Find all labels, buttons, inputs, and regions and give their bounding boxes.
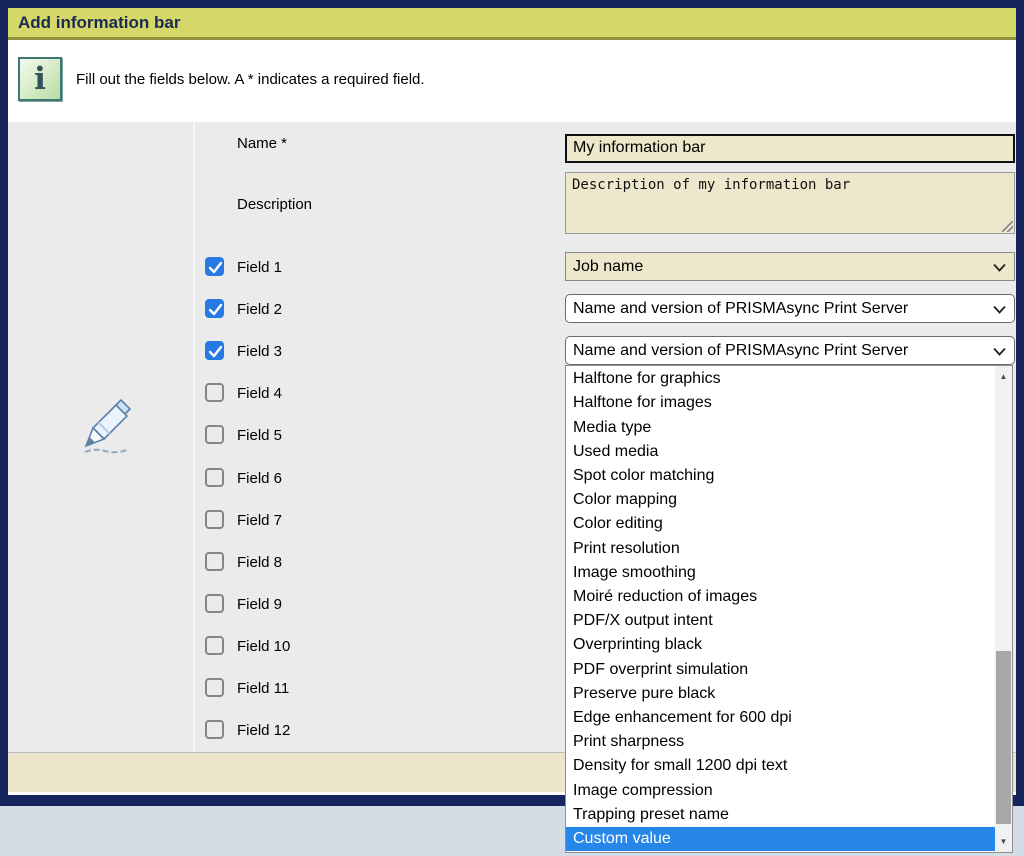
dropdown-option[interactable]: Media type [566, 415, 995, 439]
dropdown-option[interactable]: Image compression [566, 778, 995, 802]
field-1-label: Field 1 [237, 259, 282, 276]
field-7-checkbox[interactable] [205, 510, 224, 529]
field-11-checkbox[interactable] [205, 678, 224, 697]
dropdown-option[interactable]: Moiré reduction of images [566, 585, 995, 609]
field-5-checkbox[interactable] [205, 425, 224, 444]
description-label: Description [237, 196, 312, 213]
dropdown-option[interactable]: PDF overprint simulation [566, 657, 995, 681]
scrollbar-thumb[interactable] [996, 651, 1011, 824]
dropdown-option[interactable]: Print resolution [566, 536, 995, 560]
dropdown-list: Halftone for graphicsHalftone for images… [565, 365, 1013, 853]
dropdown-options: Halftone for graphicsHalftone for images… [566, 367, 995, 851]
field-7-label: Field 7 [237, 512, 282, 529]
field-2-select[interactable]: Name and version of PRISMAsync Print Ser… [565, 294, 1015, 323]
field-1-checkbox[interactable] [205, 257, 224, 276]
field-2-label: Field 2 [237, 301, 282, 318]
field-6-label: Field 6 [237, 470, 282, 487]
title-bar: Add information bar [8, 8, 1016, 40]
field-8-checkbox[interactable] [205, 552, 224, 571]
field-10-checkbox[interactable] [205, 636, 224, 655]
field-4-checkbox[interactable] [205, 383, 224, 402]
scroll-up-icon[interactable]: ▲ [995, 368, 1012, 385]
dropdown-option[interactable]: Spot color matching [566, 464, 995, 488]
dropdown-option[interactable]: Edge enhancement for 600 dpi [566, 706, 995, 730]
chevron-down-icon [993, 263, 1006, 272]
chevron-down-icon [993, 347, 1006, 356]
field-3-checkbox[interactable] [205, 341, 224, 360]
page-title: Add information bar [18, 8, 180, 37]
dropdown-option[interactable]: Preserve pure black [566, 682, 995, 706]
page-background: Add information bar i Fill out the field… [0, 0, 1024, 856]
field-9-label: Field 9 [237, 596, 282, 613]
dropdown-option[interactable]: Overprinting black [566, 633, 995, 657]
pencil-icon [76, 394, 138, 460]
dropdown-option[interactable]: Halftone for graphics [566, 367, 995, 391]
name-label: Name * [237, 135, 287, 152]
left-icon-panel [8, 122, 195, 752]
dropdown-option[interactable]: Used media [566, 440, 995, 464]
field-5-label: Field 5 [237, 427, 282, 444]
field-12-checkbox[interactable] [205, 720, 224, 739]
dropdown-option[interactable]: Color editing [566, 512, 995, 536]
info-message: Fill out the fields below. A * indicates… [76, 71, 425, 88]
dropdown-scrollbar[interactable]: ▲ ▼ [995, 366, 1012, 852]
field-10-label: Field 10 [237, 638, 290, 655]
info-section: i Fill out the fields below. A * indicat… [8, 40, 1016, 122]
dropdown-option[interactable]: Print sharpness [566, 730, 995, 754]
field-3-select[interactable]: Name and version of PRISMAsync Print Ser… [565, 336, 1015, 365]
description-textarea[interactable]: Description of my information bar [565, 172, 1015, 234]
dropdown-option[interactable]: Trapping preset name [566, 803, 995, 827]
dropdown-option[interactable]: Halftone for images [566, 391, 995, 415]
field-4-label: Field 4 [237, 385, 282, 402]
scroll-down-icon[interactable]: ▼ [995, 833, 1012, 850]
chevron-down-icon [993, 305, 1006, 314]
field-11-label: Field 11 [237, 680, 289, 697]
field-2-checkbox[interactable] [205, 299, 224, 318]
name-input[interactable]: My information bar [565, 134, 1015, 163]
field-12-label: Field 12 [237, 722, 290, 739]
field-3-label: Field 3 [237, 343, 282, 360]
field-8-label: Field 8 [237, 554, 282, 571]
dropdown-option[interactable]: Image smoothing [566, 561, 995, 585]
field-6-checkbox[interactable] [205, 468, 224, 487]
dropdown-option[interactable]: Density for small 1200 dpi text [566, 754, 995, 778]
field-1-select[interactable]: Job name [565, 252, 1015, 281]
dropdown-option[interactable]: Custom value [566, 827, 995, 851]
resize-handle-icon[interactable] [1002, 221, 1013, 232]
dropdown-option[interactable]: PDF/X output intent [566, 609, 995, 633]
info-icon: i [18, 57, 62, 101]
field-9-checkbox[interactable] [205, 594, 224, 613]
dropdown-option[interactable]: Color mapping [566, 488, 995, 512]
